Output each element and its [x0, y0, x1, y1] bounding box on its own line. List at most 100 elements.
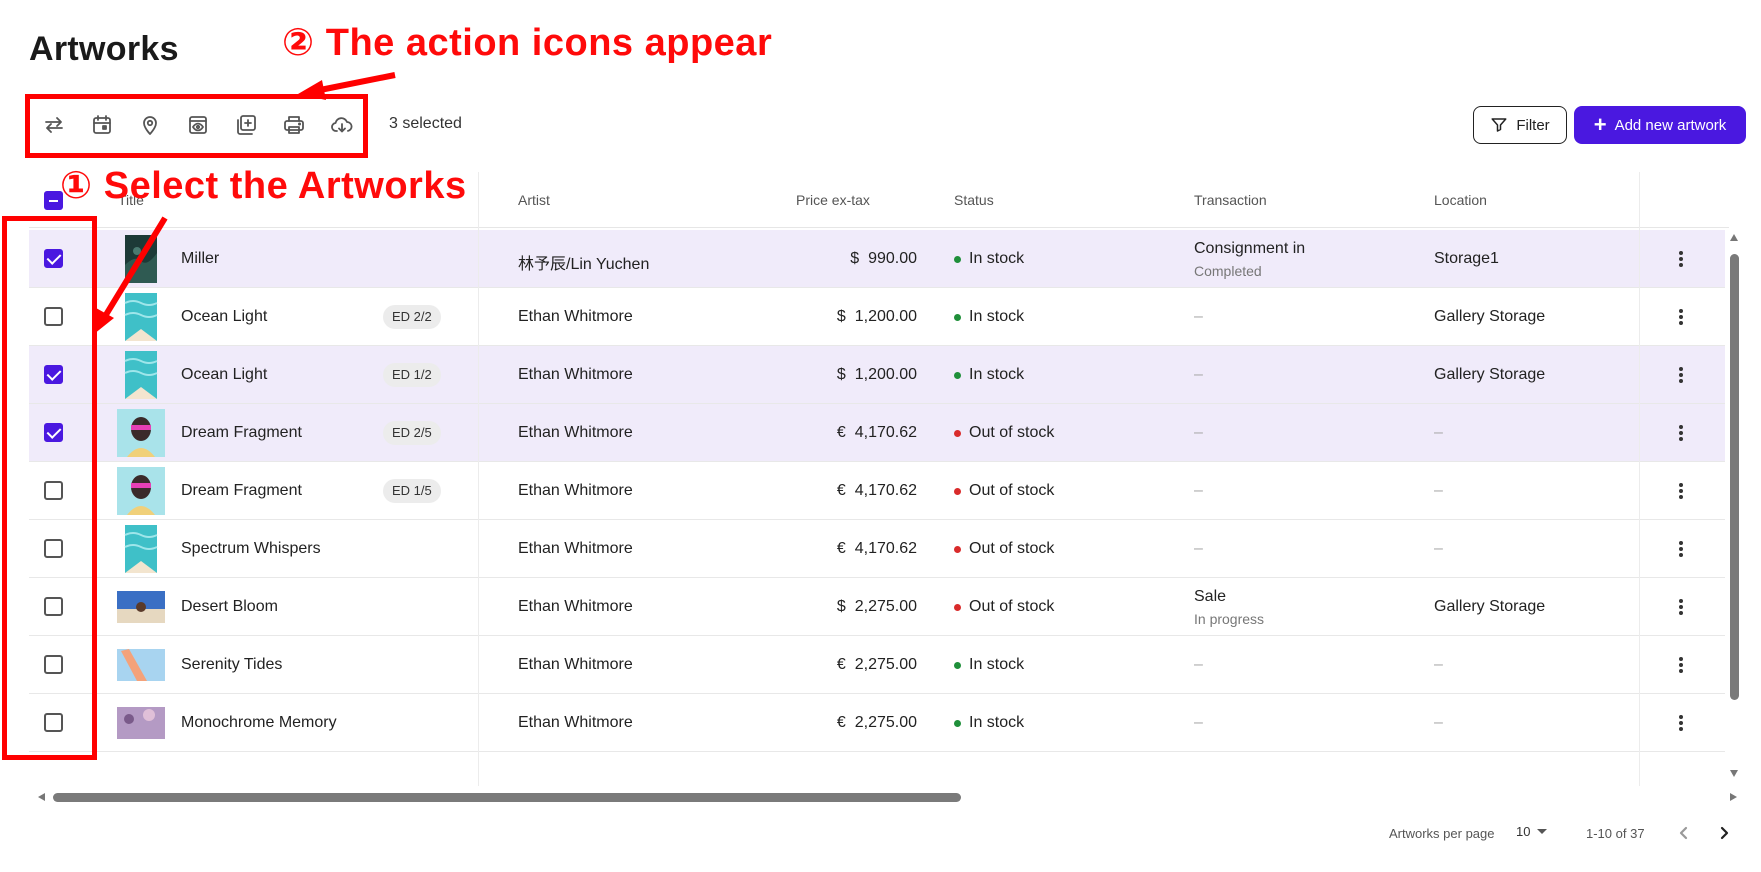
scroll-right-arrow-icon[interactable] — [1730, 793, 1737, 801]
table-row[interactable]: Monochrome Memory Ethan Whitmore € 2,275.0… — [29, 694, 1725, 752]
per-page-value: 10 — [1516, 824, 1531, 839]
table-row[interactable]: Ocean Light ED 1/2 Ethan Whitmore $ 1,200.0… — [29, 346, 1725, 404]
artwork-artist: Ethan Whitmore — [518, 598, 633, 615]
status-dot — [954, 545, 961, 553]
status-text: Out of stock — [969, 598, 1055, 615]
status-text: In stock — [969, 308, 1025, 325]
artwork-title[interactable]: Serenity Tides — [181, 656, 282, 674]
artwork-artist: Ethan Whitmore — [518, 366, 633, 383]
status-text: In stock — [969, 656, 1025, 673]
artwork-location: – — [1434, 540, 1443, 557]
edition-badge: ED 1/5 — [383, 479, 441, 503]
table-row[interactable]: Serenity Tides Ethan Whitmore € 2,275.00 In… — [29, 636, 1725, 694]
table-row[interactable]: Spectrum Whispers Ethan Whitmore € 4,170.6… — [29, 520, 1725, 578]
price-value: 2,275.00 — [854, 656, 917, 673]
row-more-menu-icon[interactable] — [1669, 247, 1693, 271]
artwork-location: – — [1434, 656, 1443, 673]
currency-symbol: $ — [850, 250, 860, 267]
next-page-button[interactable] — [1711, 820, 1737, 846]
transaction-type: – — [1194, 308, 1203, 325]
artwork-thumbnail — [117, 467, 165, 515]
filter-button-label: Filter — [1516, 116, 1550, 134]
artwork-artist: 林予辰/Lin Yuchen — [518, 256, 650, 273]
selected-count: 3 selected — [389, 115, 462, 132]
status-badge: In stock — [954, 250, 1024, 268]
currency-symbol: $ — [836, 308, 846, 325]
row-more-menu-icon[interactable] — [1669, 595, 1693, 619]
currency-symbol: $ — [836, 598, 846, 615]
status-dot — [954, 313, 961, 321]
row-more-menu-icon[interactable] — [1669, 421, 1693, 445]
artwork-title[interactable]: Desert Bloom — [181, 598, 278, 616]
table-row[interactable]: Miller 林予辰/Lin Yuchen $ 990.00 In stock Cons… — [29, 230, 1725, 288]
vertical-scrollbar[interactable] — [1727, 230, 1741, 786]
artwork-artist: Ethan Whitmore — [518, 308, 633, 325]
status-badge: Out of stock — [954, 424, 1054, 442]
status-badge: In stock — [954, 656, 1024, 674]
table-row[interactable]: Desert Bloom Ethan Whitmore $ 2,275.00 Out … — [29, 578, 1725, 636]
table-row[interactable]: Dream Fragment ED 1/5 Ethan Whitmore € 4,17… — [29, 462, 1725, 520]
artwork-thumbnail — [117, 293, 165, 341]
artwork-title[interactable]: Dream Fragment — [181, 424, 302, 442]
status-dot — [954, 255, 961, 263]
transaction-status: Completed — [1194, 263, 1262, 279]
per-page-select[interactable]: 10 — [1516, 824, 1548, 839]
artwork-price: $ 990.00 — [850, 250, 917, 268]
artwork-title[interactable]: Ocean Light — [181, 308, 267, 326]
artwork-title[interactable]: Ocean Light — [181, 366, 267, 384]
filter-icon — [1491, 118, 1507, 132]
add-new-artwork-button[interactable]: + Add new artwork — [1574, 106, 1746, 144]
chevron-right-icon — [1720, 826, 1729, 840]
edition-badge: ED 2/2 — [383, 305, 441, 329]
row-more-menu-icon[interactable] — [1669, 537, 1693, 561]
currency-symbol: € — [836, 714, 846, 731]
scroll-up-arrow-icon[interactable] — [1730, 234, 1738, 241]
artwork-title[interactable]: Dream Fragment — [181, 482, 302, 500]
artwork-title[interactable]: Monochrome Memory — [181, 714, 337, 732]
transaction-type: – — [1194, 366, 1203, 383]
artwork-location: Gallery Storage — [1434, 598, 1546, 615]
artwork-artist: Ethan Whitmore — [518, 540, 633, 557]
row-more-menu-icon[interactable] — [1669, 479, 1693, 503]
status-badge: In stock — [954, 308, 1024, 326]
artwork-title[interactable]: Spectrum Whispers — [181, 540, 321, 558]
annotation-box-checkboxes — [2, 216, 97, 760]
currency-symbol: € — [836, 656, 846, 673]
artwork-price: $ 1,200.00 — [837, 366, 917, 384]
artwork-price: € 4,170.62 — [837, 482, 917, 500]
artwork-thumbnail — [117, 351, 165, 399]
transaction-type: Consignment in — [1194, 240, 1306, 257]
add-button-label: Add new artwork — [1614, 116, 1727, 134]
transaction-type: Sale — [1194, 588, 1227, 605]
edition-badge: ED 2/5 — [383, 421, 441, 445]
vertical-scroll-thumb[interactable] — [1730, 254, 1739, 700]
price-value: 4,170.62 — [854, 540, 917, 557]
status-text: In stock — [969, 714, 1025, 731]
price-value: 1,200.00 — [854, 308, 917, 325]
status-text: Out of stock — [969, 424, 1055, 441]
scroll-down-arrow-icon[interactable] — [1730, 770, 1738, 777]
row-more-menu-icon[interactable] — [1669, 653, 1693, 677]
row-more-menu-icon[interactable] — [1669, 711, 1693, 735]
scroll-left-arrow-icon[interactable] — [38, 793, 45, 801]
price-value: 990.00 — [868, 250, 917, 267]
status-dot — [954, 603, 961, 611]
filter-button[interactable]: Filter — [1473, 106, 1567, 144]
artwork-location: Gallery Storage — [1434, 366, 1546, 383]
previous-page-button[interactable] — [1671, 820, 1697, 846]
table-row[interactable]: Dream Fragment ED 2/5 Ethan Whitmore € 4,17… — [29, 404, 1725, 462]
horizontal-scroll-thumb[interactable] — [53, 793, 961, 802]
status-dot — [954, 487, 961, 495]
artwork-title[interactable]: Miller — [181, 250, 219, 268]
artwork-price: € 4,170.62 — [837, 540, 917, 558]
row-more-menu-icon[interactable] — [1669, 363, 1693, 387]
artwork-thumbnail — [117, 525, 165, 573]
row-more-menu-icon[interactable] — [1669, 305, 1693, 329]
horizontal-scrollbar[interactable] — [36, 790, 1741, 804]
artwork-location: – — [1434, 482, 1443, 499]
header-price: Price ex-tax — [796, 192, 870, 208]
transaction-type: – — [1194, 656, 1203, 673]
artwork-thumbnail — [117, 699, 165, 747]
edition-badge: ED 1/2 — [383, 363, 441, 387]
table-row[interactable]: Ocean Light ED 2/2 Ethan Whitmore $ 1,200.0… — [29, 288, 1725, 346]
